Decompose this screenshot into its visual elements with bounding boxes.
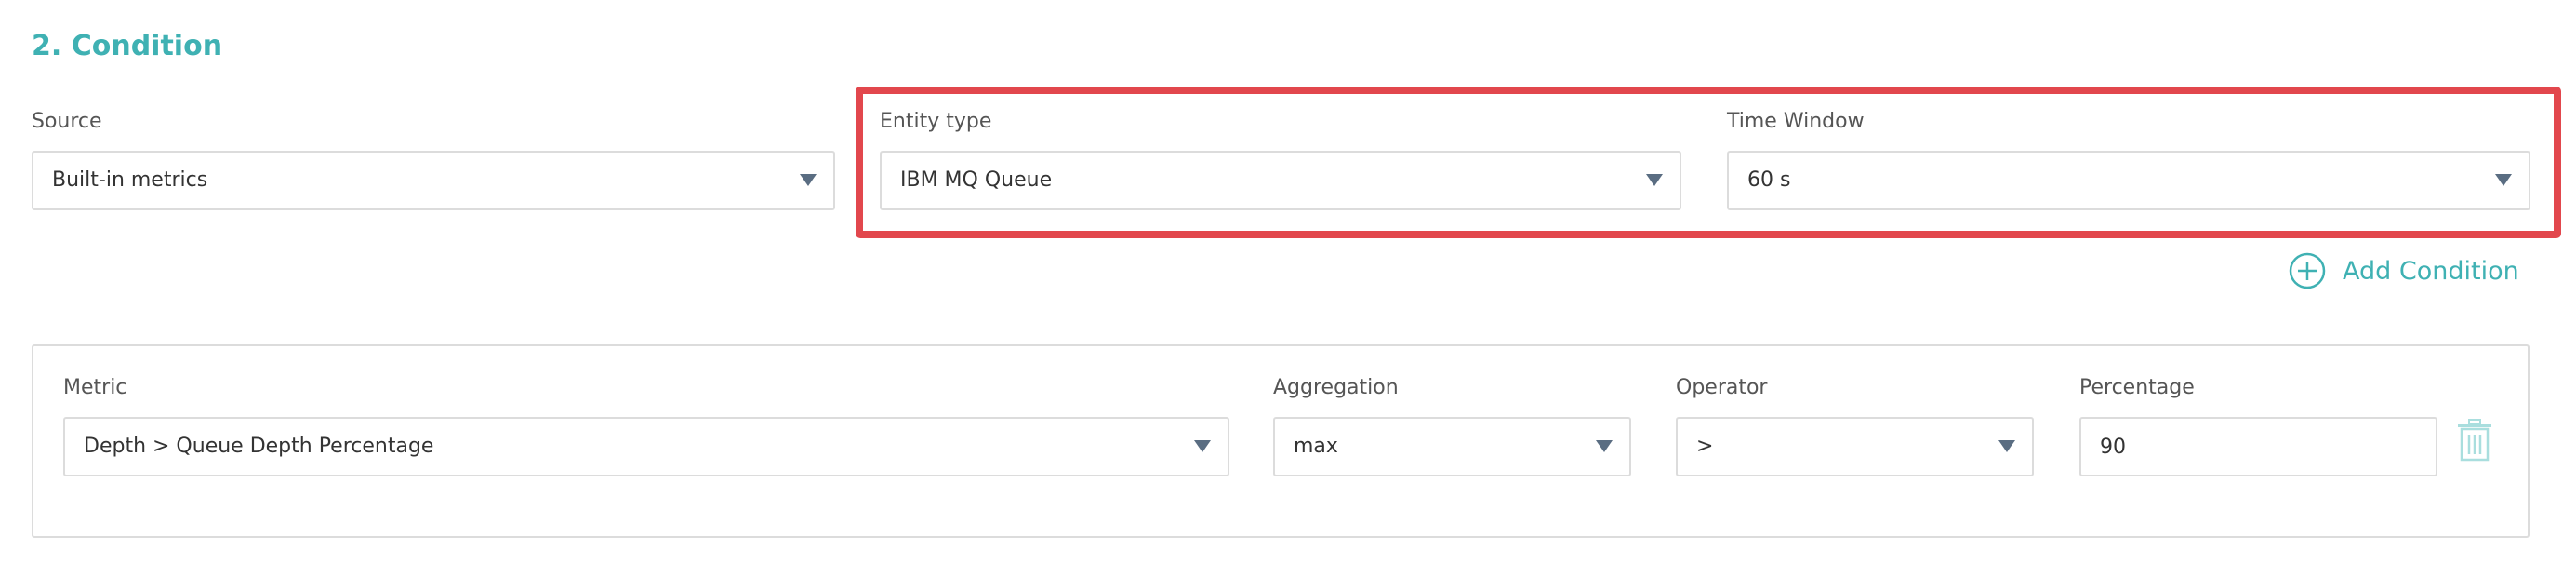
add-condition-label: Add Condition: [2343, 256, 2519, 286]
add-condition-button[interactable]: Add Condition: [2289, 251, 2519, 290]
plus-circle-icon: [2289, 252, 2326, 289]
source-label: Source: [32, 110, 102, 133]
aggregation-value: max: [1294, 435, 1338, 458]
operator-value: >: [1696, 435, 1714, 458]
metric-label: Metric: [63, 376, 127, 399]
source-select[interactable]: Built-in metrics: [32, 151, 835, 210]
chevron-down-icon: [1998, 440, 2015, 452]
section-title: 2. Condition: [32, 30, 223, 62]
chevron-down-icon: [1596, 440, 1613, 452]
source-value: Built-in metrics: [52, 168, 208, 192]
percentage-label: Percentage: [2079, 376, 2195, 399]
percentage-input[interactable]: [2079, 417, 2437, 476]
chevron-down-icon: [1194, 440, 1211, 452]
highlight-annotation-box: [856, 87, 2561, 238]
operator-select[interactable]: >: [1676, 417, 2034, 476]
trash-icon[interactable]: [2456, 419, 2493, 462]
metric-select[interactable]: Depth > Queue Depth Percentage: [63, 417, 1229, 476]
operator-label: Operator: [1676, 376, 1768, 399]
metric-value: Depth > Queue Depth Percentage: [84, 435, 434, 458]
chevron-down-icon: [800, 174, 817, 186]
aggregation-select[interactable]: max: [1273, 417, 1631, 476]
aggregation-label: Aggregation: [1273, 376, 1399, 399]
